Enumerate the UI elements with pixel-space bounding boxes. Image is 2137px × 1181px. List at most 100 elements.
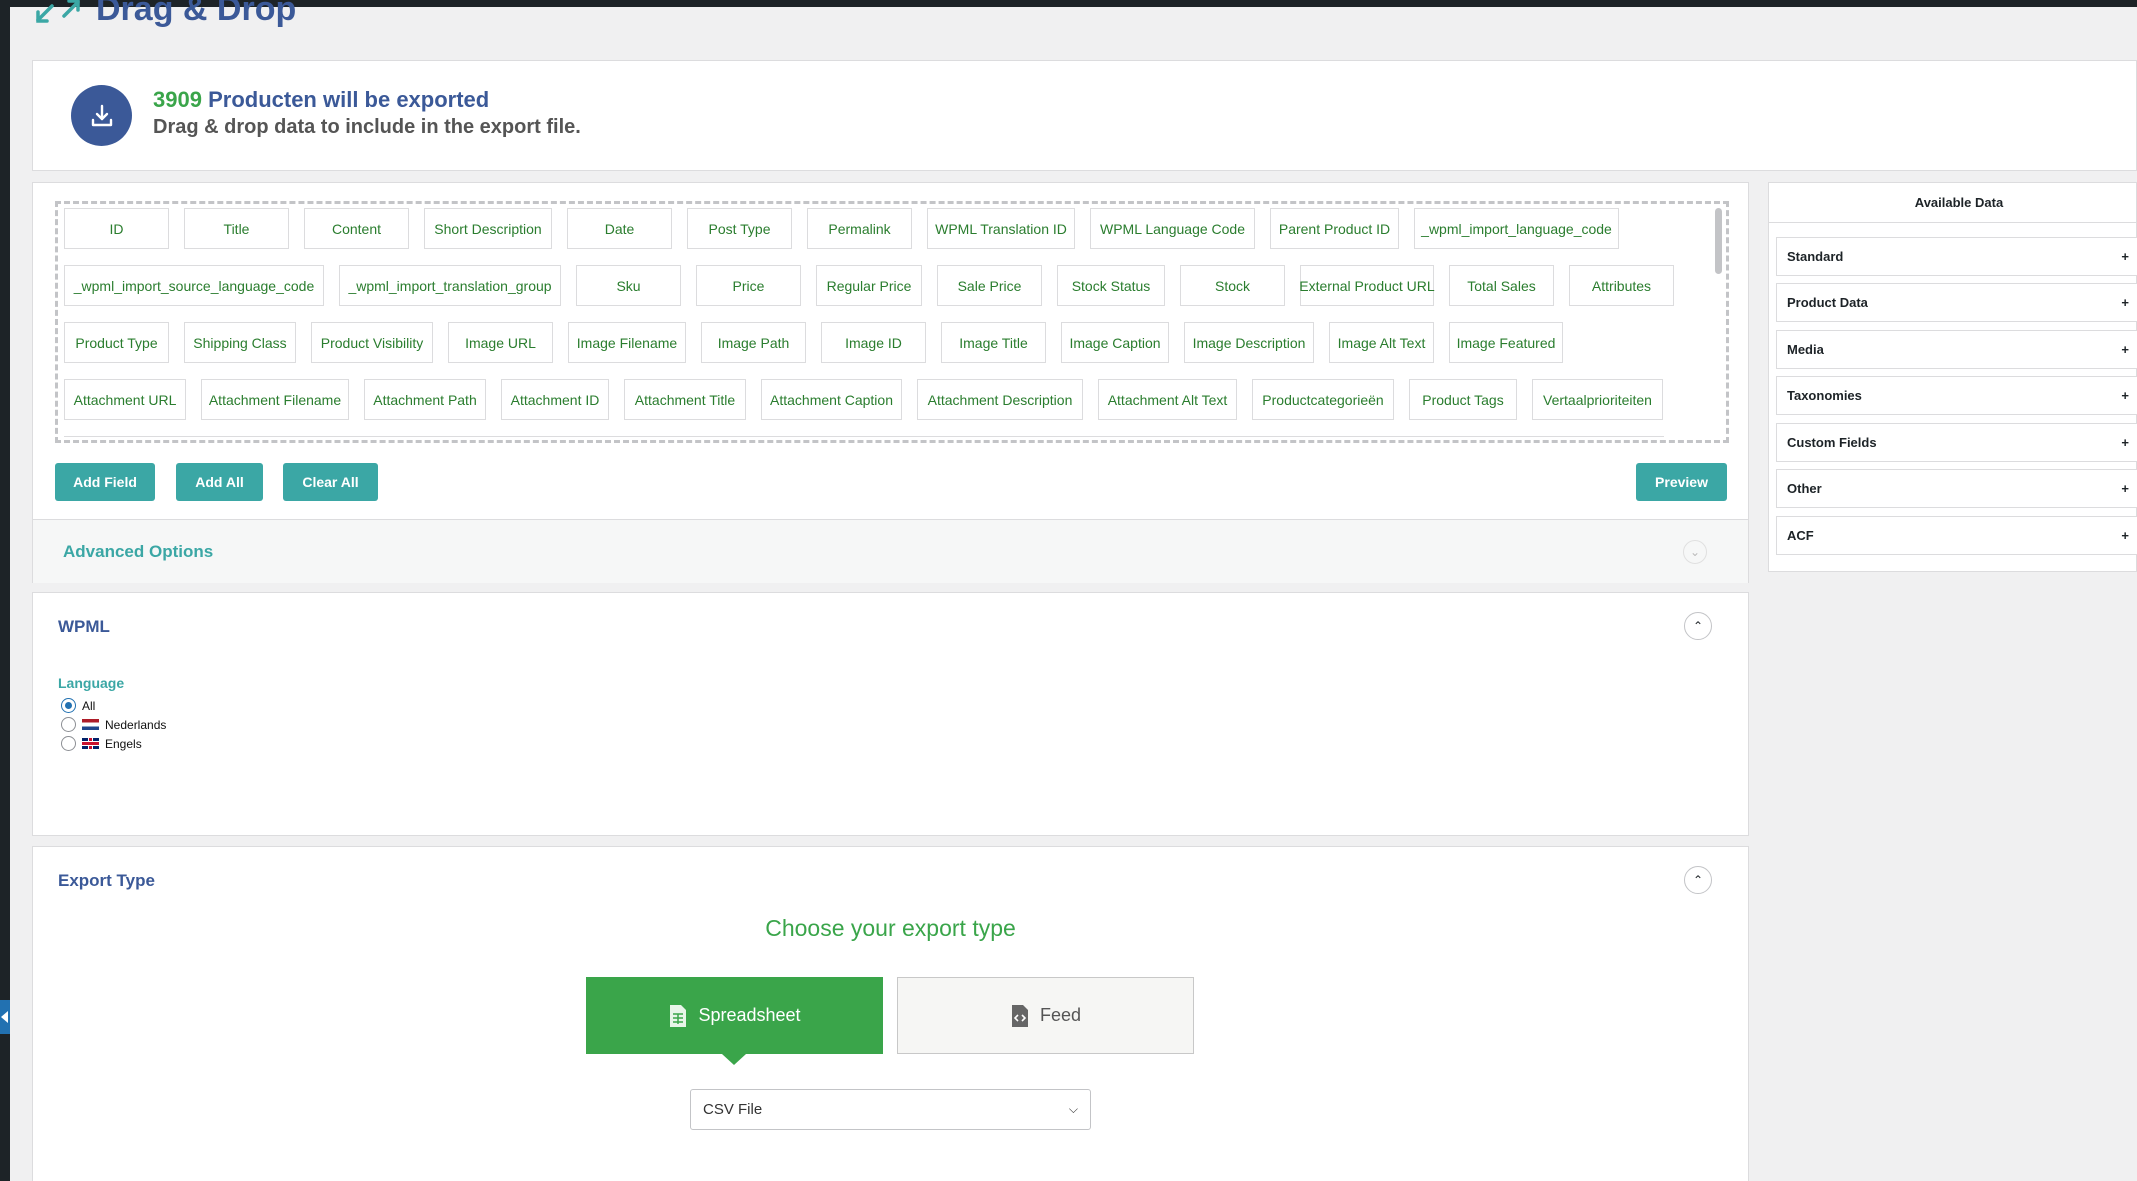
sidebar-item-label: Standard bbox=[1787, 249, 1844, 264]
radio-nl[interactable] bbox=[61, 717, 76, 732]
radio-all[interactable] bbox=[61, 698, 76, 713]
sidebar-item-acf[interactable]: ACF + bbox=[1776, 516, 2137, 555]
feed-label: Feed bbox=[1039, 1005, 1082, 1025]
field-chip[interactable]: Image Description bbox=[1184, 322, 1314, 363]
choose-export-type-heading: Choose your export type bbox=[765, 915, 1016, 941]
field-chip[interactable]: Image Path bbox=[701, 322, 806, 363]
field-chip[interactable]: Post Type bbox=[687, 208, 792, 249]
sidebar-item-label: ACF bbox=[1787, 528, 1814, 543]
sidebar-item-other[interactable]: Other + bbox=[1776, 469, 2137, 508]
field-chip[interactable]: WPML Language Code bbox=[1090, 208, 1255, 249]
field-drop-zone[interactable]: ID Title Content Short Description Date Post … bbox=[55, 201, 1729, 443]
advanced-options-toggle[interactable]: Advanced Options ⌄ bbox=[33, 519, 1748, 583]
sidebar-item-product-data[interactable]: Product Data + bbox=[1776, 283, 2137, 322]
field-chip[interactable]: Image Title bbox=[941, 322, 1046, 363]
field-chip[interactable]: Product Type bbox=[64, 322, 169, 363]
available-data-title: Available Data bbox=[1769, 183, 2137, 223]
spreadsheet-type-button[interactable]: Spreadsheet bbox=[586, 977, 883, 1065]
field-chip[interactable]: Short Description bbox=[424, 208, 552, 249]
export-subtitle: Drag & drop data to include in the expor… bbox=[153, 116, 581, 138]
field-chip[interactable]: Attributes bbox=[1569, 265, 1674, 306]
field-chip[interactable]: Permalink bbox=[807, 208, 912, 249]
language-option-nl[interactable]: Nederlands bbox=[61, 717, 166, 732]
clear-all-button[interactable]: Clear All bbox=[283, 463, 378, 501]
field-chip[interactable]: _wpml_import_language_code bbox=[1414, 208, 1619, 249]
field-chip[interactable]: Stock bbox=[1180, 265, 1285, 306]
collapse-arrow-icon[interactable] bbox=[0, 1000, 10, 1034]
file-format-value: CSV File bbox=[703, 1101, 763, 1118]
plus-icon: + bbox=[2121, 528, 2129, 543]
sidebar-item-label: Custom Fields bbox=[1787, 435, 1877, 450]
language-option-label: Nederlands bbox=[105, 717, 167, 732]
chevron-up-icon[interactable]: ⌃ bbox=[1684, 866, 1712, 894]
export-summary-card: 3909 Producten will be exported Drag & d… bbox=[32, 60, 2137, 171]
field-chip[interactable]: Stock Status bbox=[1057, 265, 1165, 306]
export-type-card: Export Type ⌃ Choose your export type Sp… bbox=[32, 846, 1749, 1181]
chevron-down-icon[interactable]: ⌄ bbox=[1683, 540, 1707, 564]
field-chip[interactable]: Image Caption bbox=[1061, 322, 1169, 363]
field-chip[interactable]: Sale Price bbox=[937, 265, 1042, 306]
field-chip[interactable]: Attachment Filename bbox=[201, 379, 349, 420]
feed-type-button[interactable]: Feed bbox=[897, 977, 1194, 1054]
top-admin-bar bbox=[0, 0, 2137, 7]
add-field-button[interactable]: Add Field bbox=[55, 463, 155, 501]
field-chip[interactable]: Parent Product ID bbox=[1270, 208, 1399, 249]
field-builder-card: ID Title Content Short Description Date Post … bbox=[32, 182, 1749, 583]
drag-drop-logo-icon bbox=[36, 0, 80, 23]
preview-button[interactable]: Preview bbox=[1636, 463, 1727, 501]
field-chip[interactable]: Productcategorieën bbox=[1252, 379, 1394, 420]
page-header: Drag & Drop bbox=[32, 0, 296, 34]
field-chip[interactable]: Content bbox=[304, 208, 409, 249]
dutch-flag-icon bbox=[82, 719, 99, 730]
field-chip[interactable]: External Product URL bbox=[1299, 265, 1435, 306]
field-chip[interactable]: Image Featured bbox=[1449, 322, 1563, 363]
field-chip[interactable]: Price bbox=[696, 265, 801, 306]
spreadsheet-icon bbox=[670, 1004, 687, 1027]
advanced-options-title: Advanced Options bbox=[63, 542, 214, 561]
chevron-up-icon[interactable]: ⌃ bbox=[1684, 612, 1712, 640]
field-chip[interactable]: Sku bbox=[576, 265, 681, 306]
field-chip[interactable]: Image Filename bbox=[568, 322, 686, 363]
language-option-all[interactable]: All bbox=[61, 698, 95, 713]
field-chip[interactable]: _wpml_import_translation_group bbox=[339, 265, 561, 306]
language-option-label: Engels bbox=[105, 736, 142, 751]
export-download-icon bbox=[71, 85, 132, 146]
field-chip[interactable]: Image URL bbox=[448, 322, 553, 363]
field-chip[interactable]: Total Sales bbox=[1449, 265, 1554, 306]
export-count-line: 3909 Producten will be exported bbox=[153, 87, 489, 113]
field-chip[interactable]: Date bbox=[567, 208, 672, 249]
next-row-edge bbox=[64, 436, 1664, 440]
radio-en[interactable] bbox=[61, 736, 76, 751]
add-all-button[interactable]: Add All bbox=[176, 463, 263, 501]
field-chip[interactable]: Regular Price bbox=[816, 265, 922, 306]
field-chip[interactable]: Product Tags bbox=[1409, 379, 1517, 420]
field-chip[interactable]: Product Visibility bbox=[311, 322, 433, 363]
field-chip[interactable]: Attachment Alt Text bbox=[1098, 379, 1237, 420]
field-chip[interactable]: Title bbox=[184, 208, 289, 249]
sidebar-item-standard[interactable]: Standard + bbox=[1776, 237, 2137, 276]
field-chip[interactable]: Attachment Caption bbox=[761, 379, 902, 420]
field-chip[interactable]: Attachment Description bbox=[917, 379, 1083, 420]
field-chip[interactable]: Attachment URL bbox=[64, 379, 186, 420]
sidebar-item-taxonomies[interactable]: Taxonomies + bbox=[1776, 376, 2137, 415]
sidebar-item-label: Media bbox=[1787, 342, 1824, 357]
plus-icon: + bbox=[2121, 435, 2129, 450]
field-chip[interactable]: Shipping Class bbox=[184, 322, 296, 363]
field-chip[interactable]: Attachment Path bbox=[364, 379, 486, 420]
language-option-en[interactable]: Engels bbox=[61, 736, 142, 751]
field-chip[interactable]: Image ID bbox=[821, 322, 926, 363]
dropzone-scrollbar[interactable] bbox=[1715, 208, 1722, 274]
sidebar-item-custom-fields[interactable]: Custom Fields + bbox=[1776, 423, 2137, 462]
field-chip[interactable]: Attachment Title bbox=[624, 379, 746, 420]
field-chip[interactable]: Attachment ID bbox=[501, 379, 609, 420]
field-chip[interactable]: ID bbox=[64, 208, 169, 249]
file-format-select[interactable]: CSV File ⌵ bbox=[690, 1089, 1091, 1130]
field-chip[interactable]: Vertaalprioriteiten bbox=[1532, 379, 1663, 420]
sidebar-item-media[interactable]: Media + bbox=[1776, 330, 2137, 369]
field-chip[interactable]: WPML Translation ID bbox=[927, 208, 1075, 249]
wpml-title: WPML bbox=[58, 617, 110, 636]
field-chip[interactable]: _wpml_import_source_language_code bbox=[64, 265, 324, 306]
chevron-down-icon: ⌵ bbox=[1068, 1102, 1078, 1116]
product-count: 3909 bbox=[153, 87, 202, 112]
field-chip[interactable]: Image Alt Text bbox=[1329, 322, 1434, 363]
